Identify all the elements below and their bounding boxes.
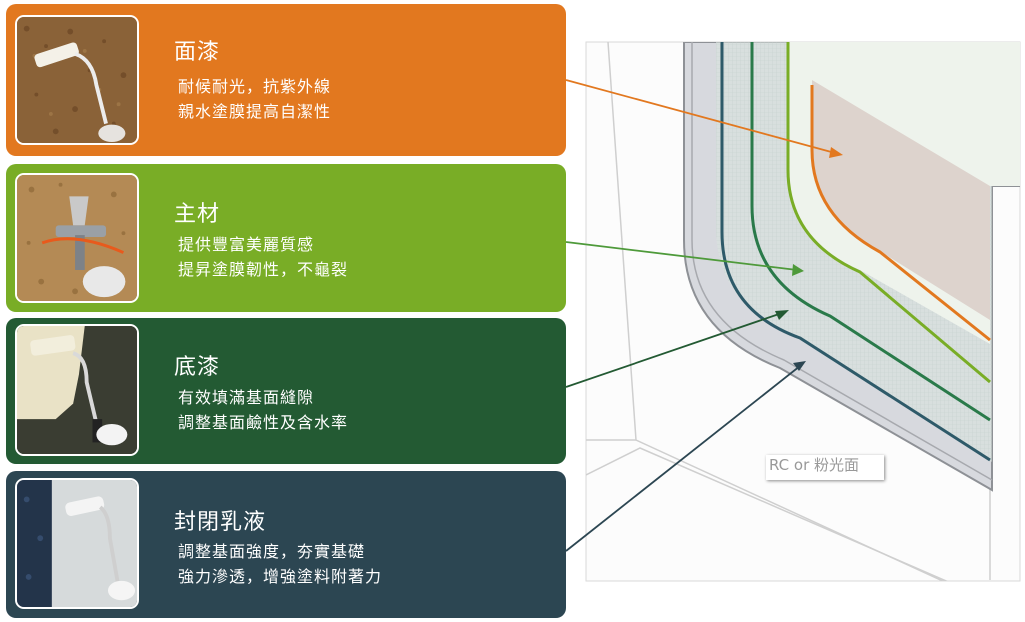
sealer-arrow — [565, 365, 801, 552]
layer-card-main-material: 主材 提供豐富美麗質感 提昇塗膜韌性，不龜裂 — [6, 164, 566, 312]
topcoat-layer — [812, 80, 990, 320]
roller-photo — [15, 15, 139, 145]
layer-description-line: 提供豐富美麗質感 — [178, 235, 315, 254]
layer-description-line: 提昇塗膜韌性，不龜裂 — [178, 260, 349, 279]
diagram-frame — [585, 41, 1021, 582]
layer-title: 面漆 — [174, 40, 221, 65]
layer-title: 底漆 — [174, 355, 221, 380]
layer-card-topcoat: 面漆 耐候耐光，抗紫外線 親水塗膜提高自潔性 — [6, 4, 566, 156]
layer-title: 封閉乳液 — [174, 510, 267, 535]
layer-description-line: 強力滲透，增強塗料附著力 — [178, 567, 383, 586]
topcoat-arrow — [565, 79, 836, 154]
main-material-arrow — [565, 241, 798, 271]
spray-gun-photo — [15, 173, 139, 303]
layer-description: 提供豐富美麗質感 提昇塗膜韌性，不龜裂 — [178, 232, 348, 282]
layer-description: 有效填滿基面縫隙 調整基面鹼性及含水率 — [178, 385, 348, 435]
layer-card-sealer: 封閉乳液 調整基面強度，夯實基礎 強力滲透，增強塗料附著力 — [6, 471, 566, 618]
layer-description-line: 調整基面鹼性及含水率 — [178, 413, 349, 432]
primer-line — [750, 42, 991, 422]
topcoat-line — [810, 85, 991, 342]
layer-description: 調整基面強度，夯實基礎 強力滲透，增強塗料附著力 — [178, 539, 382, 589]
substrate-layer — [683, 42, 1020, 492]
layer-card-primer: 底漆 有效填滿基面縫隙 調整基面鹼性及含水率 — [6, 318, 566, 464]
primer-roller-photo — [15, 324, 139, 456]
main-material-layer — [788, 42, 1020, 344]
main-material-line — [786, 42, 991, 384]
sealer-roller-photo — [15, 478, 139, 609]
layer-description-line: 調整基面強度，夯實基礎 — [178, 542, 366, 561]
layer-title: 主材 — [174, 202, 221, 227]
layer-description-line: 親水塗膜提高自潔性 — [178, 102, 332, 121]
layer-description-line: 有效填滿基面縫隙 — [178, 388, 315, 407]
primer-arrow — [565, 312, 783, 388]
layer-description: 耐候耐光，抗紫外線 親水塗膜提高自潔性 — [178, 74, 331, 124]
layer-description-line: 耐候耐光，抗紫外線 — [178, 77, 332, 96]
substrate-label: RC or 粉光面 — [766, 455, 884, 480]
sealer-line — [720, 42, 991, 462]
